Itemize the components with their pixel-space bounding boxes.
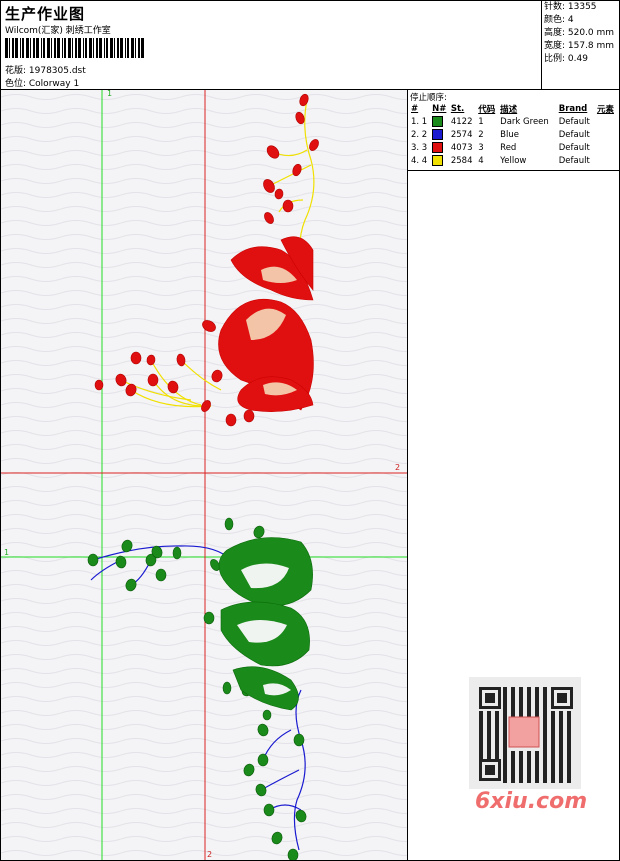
axis-label-h-red: 2 (395, 463, 400, 472)
design-canvas: 1 2 1 2 (1, 90, 408, 860)
stitch-count-cell: 2584 (450, 155, 473, 166)
table-header-row: # N# St. 代码 描述 Brand 元素 (410, 102, 618, 115)
thread-color-swatch (432, 116, 444, 127)
design-scale: 比例: 0.49 (544, 54, 588, 64)
colorway: 色位: Colorway 1 (5, 79, 80, 89)
production-sheet: 生产作业图 Wilcom(汇家) 刺绣工作室 花版: 1978305.dst 色… (0, 0, 620, 861)
color-swatch (431, 154, 450, 167)
thread-color-swatch (432, 129, 444, 140)
row-index: 1. 1 (411, 116, 428, 127)
table-row: 3. 3 4073 3 Red Default (410, 141, 618, 154)
col-header: Brand (558, 103, 588, 114)
row-index: 3. 3 (411, 142, 428, 153)
thread-color-swatch (432, 155, 444, 166)
row-index: 4. 4 (411, 155, 428, 166)
stitch-count: 针数: 13355 (544, 2, 597, 12)
color-swatch (431, 128, 450, 141)
col-header: N# (432, 103, 447, 114)
sheet-title: 生产作业图 (5, 5, 86, 23)
stitch-count-cell: 4122 (450, 116, 473, 127)
color-swatch (431, 115, 450, 128)
watermark-text: 6xiu.com (475, 789, 588, 814)
description-cell: Yellow (500, 155, 527, 166)
col-header: 代码 (478, 104, 496, 115)
barcode-icon (5, 38, 144, 58)
stop-sequence-panel: 停止顺序: # N# St. 代码 描述 Brand 元素 1. 1 4122 1 D… (408, 90, 619, 171)
axis-label-v-red: 2 (207, 850, 212, 859)
sheet-header: 生产作业图 Wilcom(汇家) 刺绣工作室 花版: 1978305.dst 色… (1, 1, 619, 90)
brand-cell: Default (558, 155, 590, 166)
table-row: 2. 2 2574 2 Blue Default (410, 128, 618, 141)
stats-panel: 针数: 13355 颜色: 4 高度: 520.0 mm 宽度: 157.8 m… (541, 1, 620, 89)
code-cell: 1 (478, 116, 484, 127)
axis-label-h-green: 1 (4, 548, 9, 557)
design-file: 花版: 1978305.dst (5, 66, 86, 76)
table-row: 1. 1 4122 1 Dark Green Default (410, 115, 618, 128)
brand-cell: Default (558, 142, 590, 153)
description-cell: Dark Green (500, 116, 549, 127)
code-cell: 3 (478, 142, 484, 153)
code-cell: 2 (478, 129, 484, 140)
stitch-count-cell: 2574 (450, 129, 473, 140)
brand-cell: Default (558, 129, 590, 140)
code-cell: 4 (478, 155, 484, 166)
brand-cell: Default (558, 116, 590, 127)
col-header: 描述 (500, 104, 518, 115)
stitch-count-cell: 4073 (450, 142, 473, 153)
col-header: St. (450, 103, 465, 114)
description-cell: Red (500, 142, 517, 153)
thread-color-swatch (432, 142, 444, 153)
color-count: 颜色: 4 (544, 15, 574, 25)
design-preview: 1 2 1 2 (1, 90, 407, 860)
table-row: 4. 4 2584 4 Yellow Default (410, 154, 618, 167)
row-index: 2. 2 (411, 129, 428, 140)
col-header: 元素 (596, 104, 614, 115)
color-swatch (431, 141, 450, 154)
col-header: # (411, 103, 419, 114)
design-height: 高度: 520.0 mm (544, 28, 615, 38)
design-width: 宽度: 157.8 mm (544, 41, 615, 51)
company-name: Wilcom(汇家) 刺绣工作室 (5, 26, 111, 36)
axis-label-v-green: 1 (107, 90, 112, 98)
qr-code-icon (469, 677, 581, 789)
description-cell: Blue (500, 129, 519, 140)
stop-sequence-table: # N# St. 代码 描述 Brand 元素 1. 1 4122 1 Dark Gr… (410, 102, 618, 167)
